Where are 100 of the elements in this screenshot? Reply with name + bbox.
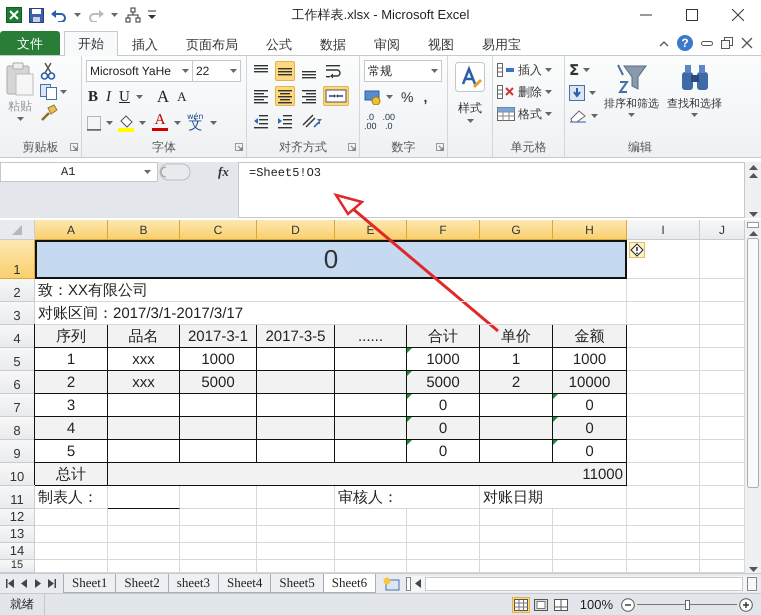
sort-filter-button[interactable]: 排序和筛选 (602, 60, 661, 137)
ribbon-tab[interactable]: 易用宝 (468, 32, 535, 56)
next-sheet-icon[interactable] (34, 579, 42, 588)
decimal-button[interactable]: .00 .0 (382, 113, 396, 133)
phonetic-button[interactable]: wén 文 (185, 112, 206, 134)
insert-cells-icon[interactable] (497, 63, 515, 77)
dropdown-caret-icon[interactable] (386, 95, 393, 99)
format-button[interactable]: 格式 (497, 104, 552, 124)
dropdown-caret-icon[interactable] (589, 91, 596, 95)
row-header[interactable]: 14 (0, 543, 35, 560)
autosum-button[interactable]: Σ (569, 60, 580, 80)
sheet-tab[interactable]: Sheet6 (322, 574, 376, 593)
save-icon[interactable] (29, 8, 44, 22)
help-button[interactable]: ? (677, 35, 693, 51)
customize-toolbar-icon[interactable] (148, 9, 156, 21)
comma-button[interactable]: , (423, 87, 428, 107)
sheet-tab[interactable]: Sheet5 (270, 574, 324, 593)
row-header[interactable]: 9 (0, 440, 35, 463)
column-header[interactable]: I (627, 220, 700, 240)
font-color-button[interactable]: A (150, 112, 170, 134)
delete-button[interactable]: 删除 (497, 82, 552, 102)
name-box[interactable]: A1 (0, 162, 158, 182)
maximize-icon[interactable] (686, 9, 698, 21)
borders-icon[interactable] (86, 115, 102, 131)
dropdown-caret-icon[interactable] (545, 90, 552, 94)
scroll-left-icon[interactable] (415, 579, 422, 588)
insert-sheet-icon[interactable] (382, 576, 400, 590)
dropdown-caret-icon[interactable] (230, 69, 237, 73)
dropdown-caret-icon[interactable] (174, 121, 181, 125)
ribbon-tab[interactable]: 插入 (118, 32, 172, 56)
dropdown-caret-icon[interactable] (591, 114, 598, 118)
collapse-ribbon-icon[interactable] (659, 40, 669, 46)
sheet-tab[interactable]: Sheet1 (63, 574, 116, 593)
font-size-field[interactable]: 22 (193, 60, 241, 82)
row-header[interactable]: 11 (0, 486, 35, 509)
ribbon-tab[interactable]: 公式 (252, 32, 306, 56)
delete-cells-icon[interactable] (497, 85, 515, 99)
column-header[interactable]: C (180, 220, 257, 240)
dropdown-caret-icon[interactable] (545, 68, 552, 72)
underline-button[interactable]: U (117, 87, 132, 107)
row-header[interactable]: 13 (0, 526, 35, 543)
cut-icon[interactable] (40, 62, 56, 80)
insert-button[interactable]: 插入 (497, 60, 552, 80)
dropdown-caret-icon[interactable] (60, 90, 67, 94)
shrink-font-button[interactable]: A (175, 87, 189, 107)
row-header[interactable]: 7 (0, 394, 35, 417)
close-icon[interactable] (741, 37, 753, 49)
fill-down-icon[interactable] (569, 85, 585, 101)
format-cells-icon[interactable] (497, 107, 515, 121)
dropdown-caret-icon[interactable] (431, 69, 438, 73)
formula-field[interactable]: =Sheet5!O3 (238, 162, 745, 218)
splitter-handle-icon[interactable] (158, 162, 192, 182)
spreadsheet-icon[interactable] (6, 7, 22, 23)
sheet-tab[interactable]: Sheet2 (115, 574, 169, 593)
number-format-field[interactable]: 常规 (364, 60, 442, 82)
eraser-icon[interactable] (569, 109, 587, 123)
dropdown-caret-icon[interactable] (74, 13, 81, 17)
dropdown-caret-icon[interactable] (136, 95, 143, 99)
ribbon-tab[interactable]: 数据 (306, 32, 360, 56)
fill-color-icon[interactable] (117, 114, 135, 132)
dropdown-caret-icon[interactable] (144, 170, 151, 174)
dropdown-caret-icon[interactable] (545, 112, 552, 116)
column-header[interactable]: A (35, 220, 108, 240)
minimize-icon[interactable] (701, 39, 713, 47)
funnel-icon[interactable] (616, 62, 648, 94)
find-select-button[interactable]: 查找和选择 (665, 60, 724, 137)
sheet-tab[interactable]: sheet3 (168, 574, 219, 593)
font-name-field[interactable]: Microsoft YaHe (86, 60, 193, 82)
row-header[interactable]: 1 (0, 240, 35, 279)
insert-function-button[interactable]: fx (218, 164, 229, 180)
sheet-tab[interactable]: Sheet4 (218, 574, 272, 593)
previous-sheet-icon[interactable] (20, 579, 28, 588)
slider-thumb[interactable] (685, 600, 690, 610)
error-indicator-icon[interactable] (629, 242, 645, 258)
dropdown-caret-icon[interactable] (139, 121, 146, 125)
format-painter-icon[interactable] (40, 104, 58, 122)
row-header[interactable]: 15 (0, 560, 35, 573)
row-header[interactable]: 3 (0, 302, 35, 325)
column-header[interactable]: H (553, 220, 627, 240)
dialog-launcher-icon[interactable] (348, 143, 356, 151)
percent-button[interactable]: % (401, 87, 414, 107)
zoom-out-icon[interactable] (621, 598, 635, 612)
restore-icon[interactable] (721, 37, 733, 49)
scroll-down-icon[interactable] (748, 212, 758, 218)
dropdown-caret-icon[interactable] (210, 121, 217, 125)
styles-icon[interactable] (455, 62, 485, 92)
dialog-launcher-icon[interactable] (235, 143, 243, 151)
dropdown-caret-icon[interactable] (182, 69, 189, 73)
row-header[interactable]: 2 (0, 279, 35, 302)
row-header[interactable]: 10 (0, 463, 35, 486)
styles-button[interactable]: 样式 (453, 60, 487, 137)
column-header[interactable]: F (407, 220, 480, 240)
dropdown-caret-icon[interactable] (691, 113, 698, 117)
scroll-up-icon[interactable] (748, 230, 758, 236)
undo-icon[interactable] (51, 8, 67, 22)
scroll-thumb[interactable] (747, 576, 757, 590)
ribbon-tab[interactable]: 页面布局 (172, 32, 252, 56)
dropdown-caret-icon[interactable] (466, 119, 474, 123)
dialog-launcher-icon[interactable] (436, 143, 444, 151)
column-header[interactable]: G (480, 220, 553, 240)
